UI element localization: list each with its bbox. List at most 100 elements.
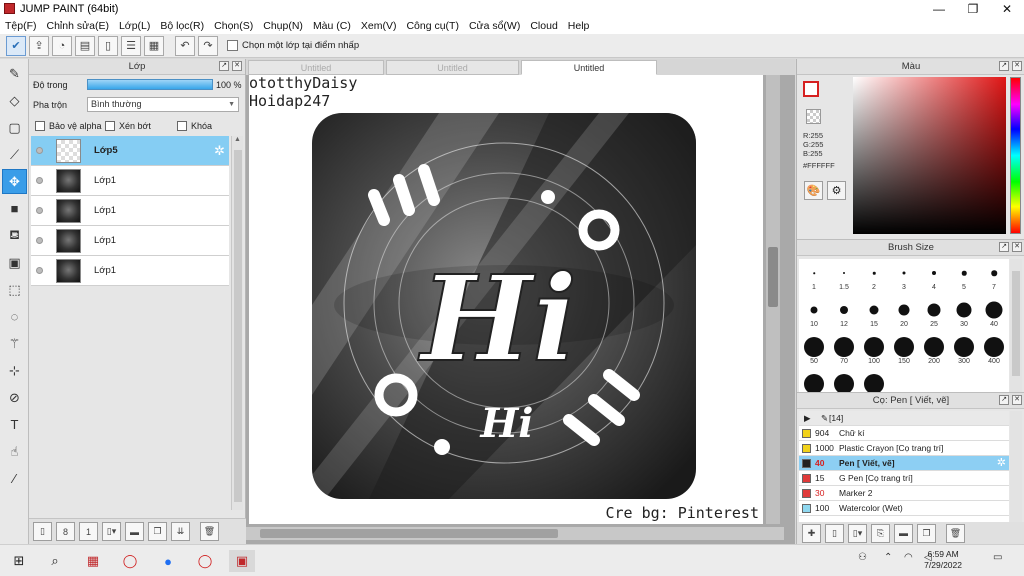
folder-icon[interactable]: ▬ — [894, 523, 913, 543]
gradient-tool-icon[interactable]: ▣ — [2, 250, 27, 275]
visibility-icon[interactable] — [36, 177, 43, 184]
trash-icon[interactable]: 🗑 — [946, 523, 965, 543]
document-canvas[interactable]: ototthyDaisy Hoidap247 Hi Hi Cre bg: Pin… — [249, 75, 763, 524]
lasso-tool-icon[interactable]: ◌ — [2, 304, 27, 329]
duplicate-layer-icon[interactable]: ❐ — [148, 522, 167, 541]
brush-scrollbar[interactable] — [1010, 259, 1022, 393]
palette-settings-icon[interactable]: ⚙ — [827, 181, 846, 200]
menu-window[interactable]: Cửa sổ(W) — [464, 20, 525, 32]
grid-check-icon[interactable]: ▦ — [144, 35, 164, 56]
eraser-tool-icon[interactable]: ◇ — [2, 88, 27, 113]
windows-start-icon[interactable]: ⊞ — [6, 550, 32, 572]
layer-row[interactable]: Lớp5 ✲ — [31, 136, 229, 166]
float-icon[interactable]: ↗ — [999, 395, 1009, 405]
select-layer-on-click-checkbox[interactable] — [227, 40, 238, 51]
layer-row[interactable]: Lớp1 — [31, 196, 229, 226]
duplicate-pen-icon[interactable]: ❐ — [917, 523, 936, 543]
brush-size-cell[interactable]: 15 — [859, 299, 889, 330]
select-pen-tool-icon[interactable]: ⊹ — [2, 358, 27, 383]
brush-size-cell[interactable]: 200 — [919, 336, 949, 367]
brush-size-cell[interactable]: 400 — [979, 336, 1009, 367]
tab-untitled-1[interactable]: Untitled — [248, 60, 384, 75]
undo-icon[interactable]: ↶ — [175, 35, 195, 56]
visibility-icon[interactable] — [36, 147, 43, 154]
canvas-vertical-scrollbar[interactable] — [766, 75, 780, 524]
opera-icon[interactable]: ◯ — [117, 550, 143, 572]
close-panel-icon[interactable]: ✕ — [1012, 395, 1022, 405]
brush-size-cell[interactable]: 50 — [799, 336, 829, 367]
visibility-icon[interactable] — [36, 237, 43, 244]
scroll-thumb[interactable] — [1012, 271, 1020, 376]
close-panel-icon[interactable]: ✕ — [232, 61, 242, 71]
eyedropper-tool-icon[interactable]: ⁄ — [2, 466, 27, 491]
tab-untitled-3[interactable]: Untitled — [521, 60, 657, 75]
move-tool-icon[interactable]: ✥ — [2, 169, 27, 194]
fill-shape-tool-icon[interactable]: ■ — [2, 196, 27, 221]
clock[interactable]: 6:59 AM 7/29/2022 — [924, 549, 962, 571]
text-box-icon[interactable]: ▤ — [75, 35, 95, 56]
search-icon[interactable]: ⌕ — [42, 550, 68, 572]
maximize-button[interactable]: ❐ — [956, 0, 990, 17]
new-1bit-layer-icon[interactable]: 1 — [79, 522, 98, 541]
select-eraser-tool-icon[interactable]: ⊘ — [2, 385, 27, 410]
pen-item[interactable]: 30 Marker 2 — [799, 486, 1009, 501]
rect-select-tool-icon[interactable]: ⬚ — [2, 277, 27, 302]
brush-size-cell[interactable]: 30 — [949, 299, 979, 330]
brush-size-cell[interactable] — [799, 373, 829, 393]
protect-alpha-checkbox[interactable] — [35, 121, 45, 131]
pen-menu-icon[interactable]: ▯▾ — [848, 523, 867, 543]
brush-size-cell[interactable]: 25 — [919, 299, 949, 330]
menu-file[interactable]: Tệp(F) — [0, 20, 42, 32]
scroll-thumb[interactable] — [260, 529, 558, 538]
expand-triangle-icon[interactable]: ▶ — [804, 411, 811, 425]
menu-tools[interactable]: Công cụ(T) — [401, 20, 464, 32]
brush-size-cell[interactable]: 3 — [889, 262, 919, 293]
brush-size-cell[interactable]: 4 — [919, 262, 949, 293]
foreground-color-swatch[interactable] — [803, 81, 819, 97]
brush-tool-icon[interactable]: ✎ — [2, 61, 27, 86]
float-icon[interactable]: ↗ — [999, 242, 1009, 252]
gear-icon[interactable]: ✲ — [214, 143, 225, 159]
pen-item[interactable]: 1000 Plastic Crayon [Cọ trang trí] — [799, 441, 1009, 456]
check-icon[interactable]: ✔ — [6, 35, 26, 56]
add-layer-menu-icon[interactable]: ▯▾ — [102, 522, 121, 541]
lock-checkbox[interactable] — [177, 121, 187, 131]
opera-gx-icon[interactable]: ◯ — [192, 550, 218, 572]
menu-filter[interactable]: Bộ lọc(R) — [155, 20, 209, 32]
scroll-up-icon[interactable]: ▲ — [232, 136, 243, 148]
hand-tool-icon[interactable]: ☝ — [2, 439, 27, 464]
chevron-up-icon[interactable]: ⌃ — [884, 552, 892, 563]
document-icon[interactable]: ▯ — [98, 35, 118, 56]
brush-size-cell[interactable]: 1.5 — [829, 262, 859, 293]
pen-item[interactable]: 100 Watercolor (Wet) — [799, 501, 1009, 516]
clip-checkbox[interactable] — [105, 121, 115, 131]
float-icon[interactable]: ↗ — [999, 61, 1009, 71]
close-panel-icon[interactable]: ✕ — [1012, 242, 1022, 252]
brush-size-cell[interactable]: 12 — [829, 299, 859, 330]
transparent-color-swatch[interactable] — [806, 109, 821, 124]
pen-scrollbar[interactable] — [1010, 411, 1022, 522]
brush-size-cell[interactable]: 100 — [859, 336, 889, 367]
menu-layer[interactable]: Lớp(L) — [114, 20, 155, 32]
text-tool-icon[interactable]: T — [2, 412, 27, 437]
brush-size-cell[interactable]: 5 — [949, 262, 979, 293]
layer-row[interactable]: Lớp1 — [31, 226, 229, 256]
brush-size-cell[interactable]: 2 — [859, 262, 889, 293]
visibility-icon[interactable] — [36, 267, 43, 274]
saturation-value-picker[interactable] — [853, 77, 1006, 234]
layer-row[interactable]: Lớp1 — [31, 166, 229, 196]
pen-group-row[interactable]: ▶ ✎ [14] — [799, 411, 1009, 426]
bucket-tool-icon[interactable]: ⛾ — [2, 223, 27, 248]
menu-help[interactable]: Help — [563, 20, 595, 32]
hue-slider[interactable] — [1010, 77, 1021, 234]
new-pen-icon[interactable]: ▯ — [825, 523, 844, 543]
menu-capture[interactable]: Chụp(N) — [258, 20, 308, 32]
list-icon[interactable]: ☰ — [121, 35, 141, 56]
jump-paint-taskbar-icon[interactable]: ▣ — [229, 550, 255, 572]
close-button[interactable]: ✕ — [990, 0, 1024, 17]
speech-bubble-icon[interactable]: ◔ — [52, 35, 72, 56]
brush-size-cell[interactable]: 40 — [979, 299, 1009, 330]
export-icon[interactable]: ⇪ — [29, 35, 49, 56]
brush-size-cell[interactable] — [829, 373, 859, 393]
blend-mode-select[interactable]: Bình thường ▼ — [87, 97, 239, 112]
